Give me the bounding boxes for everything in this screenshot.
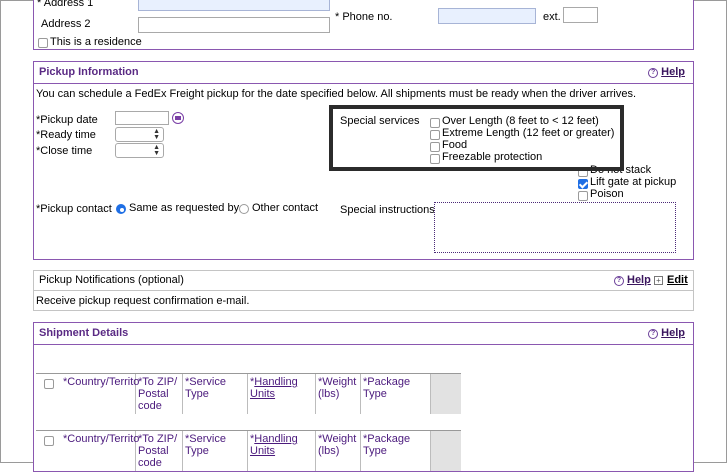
expand-icon: + bbox=[654, 276, 663, 285]
notifications-title: Pickup Notifications (optional) bbox=[39, 274, 184, 286]
column-country: *Country/Territo bbox=[61, 431, 139, 471]
column-zip: *To ZIP/Postal code bbox=[136, 374, 183, 414]
service-label-lift-gate: Lift gate at pickup bbox=[590, 176, 677, 188]
column-weight: *Weight (lbs) bbox=[316, 431, 361, 471]
calendar-icon[interactable] bbox=[172, 112, 184, 124]
pickup-information-title: Pickup Information bbox=[39, 66, 139, 78]
ext-input[interactable] bbox=[563, 7, 598, 23]
address-panel: * Address 1 Address 2 This is a residenc… bbox=[33, 0, 694, 50]
pickup-date-input[interactable] bbox=[115, 111, 169, 125]
special-instructions-textarea[interactable] bbox=[434, 202, 676, 253]
contact-radio-same[interactable] bbox=[116, 204, 126, 214]
service-checkbox-lift-gate[interactable] bbox=[578, 179, 588, 189]
special-services-highlight bbox=[329, 105, 624, 171]
shipment-details-title: Shipment Details bbox=[39, 327, 129, 339]
contact-radio-other[interactable] bbox=[239, 204, 249, 214]
help-icon: ? bbox=[648, 329, 659, 339]
pickup-help-link[interactable]: ? Help bbox=[648, 66, 685, 78]
row-select-checkbox[interactable] bbox=[44, 436, 54, 446]
pickup-notifications-panel: Pickup Notifications (optional) ? Help + E… bbox=[33, 270, 694, 311]
column-weight: *Weight (lbs) bbox=[316, 374, 361, 414]
column-zip: *To ZIP/Postal code bbox=[136, 431, 183, 471]
column-blank bbox=[431, 431, 461, 471]
notifications-divider bbox=[34, 290, 693, 291]
ready-time-label: *Ready time bbox=[36, 129, 96, 141]
column-service-type: *Service Type bbox=[183, 431, 248, 471]
close-time-select[interactable]: ▲ ▼ bbox=[115, 143, 164, 158]
select-arrows-icon: ▲ ▼ bbox=[153, 144, 160, 157]
column-handling-units[interactable]: *Handling Units bbox=[248, 431, 316, 471]
shipment-row: *Country/Territo *To ZIP/Postal code *Ser… bbox=[36, 373, 461, 414]
notifications-edit-label: Edit bbox=[667, 274, 688, 286]
help-icon: ? bbox=[614, 276, 624, 286]
phone-input[interactable] bbox=[438, 8, 536, 24]
column-handling-units[interactable]: *Handling Units bbox=[248, 374, 316, 414]
shipment-row: *Country/Territo *To ZIP/Postal code *Ser… bbox=[36, 430, 461, 471]
column-package-type: *Package Type bbox=[361, 431, 431, 471]
notifications-edit-link[interactable]: + Edit bbox=[654, 274, 688, 286]
address1-input[interactable] bbox=[138, 0, 330, 11]
close-time-label: *Close time bbox=[36, 145, 93, 157]
shipment-help-link[interactable]: ? Help bbox=[648, 327, 685, 339]
ready-time-select[interactable]: ▲ ▼ bbox=[115, 127, 164, 142]
column-service-type: *Service Type bbox=[183, 374, 248, 414]
pickup-date-label: *Pickup date bbox=[36, 114, 98, 126]
contact-label-other: Other contact bbox=[252, 202, 319, 214]
notifications-help-link[interactable]: ? Help bbox=[614, 274, 651, 286]
pickup-contact-label: *Pickup contact bbox=[36, 203, 112, 215]
notifications-help-label: Help bbox=[627, 274, 651, 286]
column-blank bbox=[431, 374, 461, 414]
contact-label-same: Same as requested by bbox=[129, 202, 240, 214]
shipment-title-divider bbox=[34, 344, 693, 345]
pickup-description: You can schedule a FedEx Freight pickup … bbox=[36, 88, 637, 100]
pickup-title-divider bbox=[34, 83, 693, 84]
address1-label: * Address 1 bbox=[37, 0, 94, 9]
help-icon: ? bbox=[648, 68, 659, 78]
residence-label: This is a residence bbox=[50, 36, 142, 48]
pickup-help-label: Help bbox=[661, 66, 685, 78]
phone-label: * Phone no. bbox=[335, 11, 393, 23]
row-select-checkbox[interactable] bbox=[44, 379, 54, 389]
special-instructions-label: Special instructions bbox=[340, 204, 435, 216]
ext-label: ext. bbox=[543, 11, 561, 23]
notifications-body: Receive pickup request confirmation e-ma… bbox=[36, 295, 250, 307]
address2-label: Address 2 bbox=[41, 18, 91, 30]
column-package-type: *Package Type bbox=[361, 374, 431, 414]
shipment-details-panel: Shipment Details ? Help *Country/Territo … bbox=[33, 322, 694, 472]
residence-checkbox[interactable] bbox=[38, 38, 48, 48]
shipment-help-label: Help bbox=[661, 327, 685, 339]
select-arrows-icon: ▲ ▼ bbox=[153, 128, 160, 141]
service-checkbox-poison[interactable] bbox=[578, 191, 588, 201]
address2-input[interactable] bbox=[138, 17, 330, 33]
service-label-poison: Poison bbox=[590, 188, 624, 200]
column-country: *Country/Territo bbox=[61, 374, 139, 414]
